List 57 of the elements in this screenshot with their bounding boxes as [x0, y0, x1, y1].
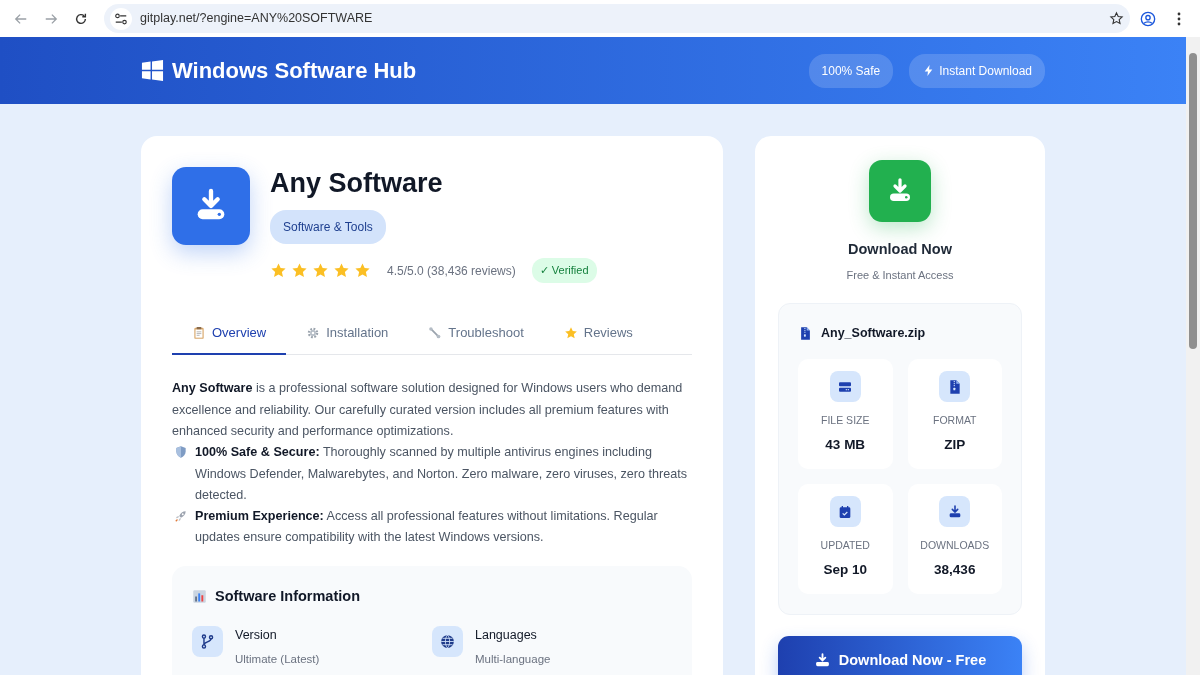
star-icon	[270, 262, 287, 280]
info-label: Languages	[475, 626, 538, 644]
description-paragraph: Any Software is a professional software solution designed for Windows users who demand excellence and reliability. Our carefully curated version includes all premium features with enhanced security and performance optimizations.	[172, 380, 684, 440]
file-name: Any_Software.zip	[821, 325, 926, 343]
feature-badge: Instant Download	[909, 53, 1045, 88]
tab[interactable]: Overview	[172, 312, 287, 356]
site-settings-icon[interactable]	[114, 11, 128, 26]
wrench-icon	[428, 325, 443, 340]
globe-icon	[439, 632, 456, 650]
description-paragraph: 100% Safe & Secure: Thoroughly scanned by multiple antivirus engines including Windows Defender, Malwarebytes, and Norton. Zero malware, zero viruses, zero threats detected.	[195, 444, 689, 504]
branch-icon	[199, 632, 216, 650]
back-arrow-icon	[14, 11, 28, 26]
star-icon	[291, 262, 308, 280]
tab[interactable]: Troubleshoot	[408, 312, 544, 356]
bar-chart-icon	[192, 589, 207, 605]
star-icon	[333, 262, 350, 280]
info-value: Multi-language	[475, 652, 551, 668]
address-bar[interactable]: gitplay.net/?engine=ANY%20SOFTWARE	[104, 4, 1130, 33]
zip-file-icon	[798, 326, 813, 342]
stat-label: FORMAT	[932, 413, 977, 428]
tab[interactable]: Reviews	[543, 312, 653, 356]
info-value: Ultimate (Latest)	[235, 652, 320, 668]
download-title: Download Now	[848, 240, 952, 259]
clipboard-icon	[192, 325, 206, 340]
stat-label: DOWNLOADS	[920, 538, 990, 553]
star-icon	[312, 262, 329, 280]
stat-value: 38,436	[934, 560, 976, 579]
description-paragraph: Premium Experience: Access all professional features without limitations. Regular updates ensure compatibility with the latest Windows versions.	[195, 508, 659, 547]
profile-icon[interactable]	[1140, 10, 1156, 27]
shield-icon	[174, 445, 188, 460]
scrollbar[interactable]	[1186, 37, 1200, 675]
stat-label: UPDATED	[820, 538, 870, 553]
download-button[interactable]: Download Now - Free	[778, 636, 1022, 675]
stat-value: Sep 10	[823, 560, 867, 579]
download-subtitle: Free & Instant Access	[846, 267, 954, 283]
tab[interactable]: Installation	[286, 312, 409, 356]
rating-text: 4.5/5.0 (38,436 reviews)	[387, 262, 516, 280]
reload-icon	[74, 11, 88, 26]
star-icon	[354, 262, 371, 280]
gear-icon	[306, 325, 321, 340]
url-text: gitplay.net/?engine=ANY%20SOFTWARE	[140, 10, 374, 28]
verified-badge: ✓ Verified	[531, 258, 597, 283]
stat-value: ZIP	[944, 435, 966, 454]
site-title: Windows Software Hub	[172, 57, 417, 85]
rocket-icon	[174, 509, 188, 524]
app-title: Any Software	[270, 167, 444, 200]
scrollbar-thumb[interactable]	[1189, 53, 1197, 349]
info-title: Software Information	[215, 586, 360, 606]
bookmark-star-icon[interactable]	[1109, 11, 1124, 26]
stat-label: FILE SIZE	[821, 413, 870, 428]
info-label: Version	[235, 626, 278, 644]
stat-value: 43 MB	[825, 435, 866, 454]
star-icon	[563, 325, 578, 340]
forward-arrow-icon	[44, 11, 58, 26]
feature-badge: 100% Safe	[808, 53, 894, 88]
category-tag[interactable]: Software & Tools	[270, 210, 386, 245]
windows-logo-icon	[141, 59, 164, 82]
